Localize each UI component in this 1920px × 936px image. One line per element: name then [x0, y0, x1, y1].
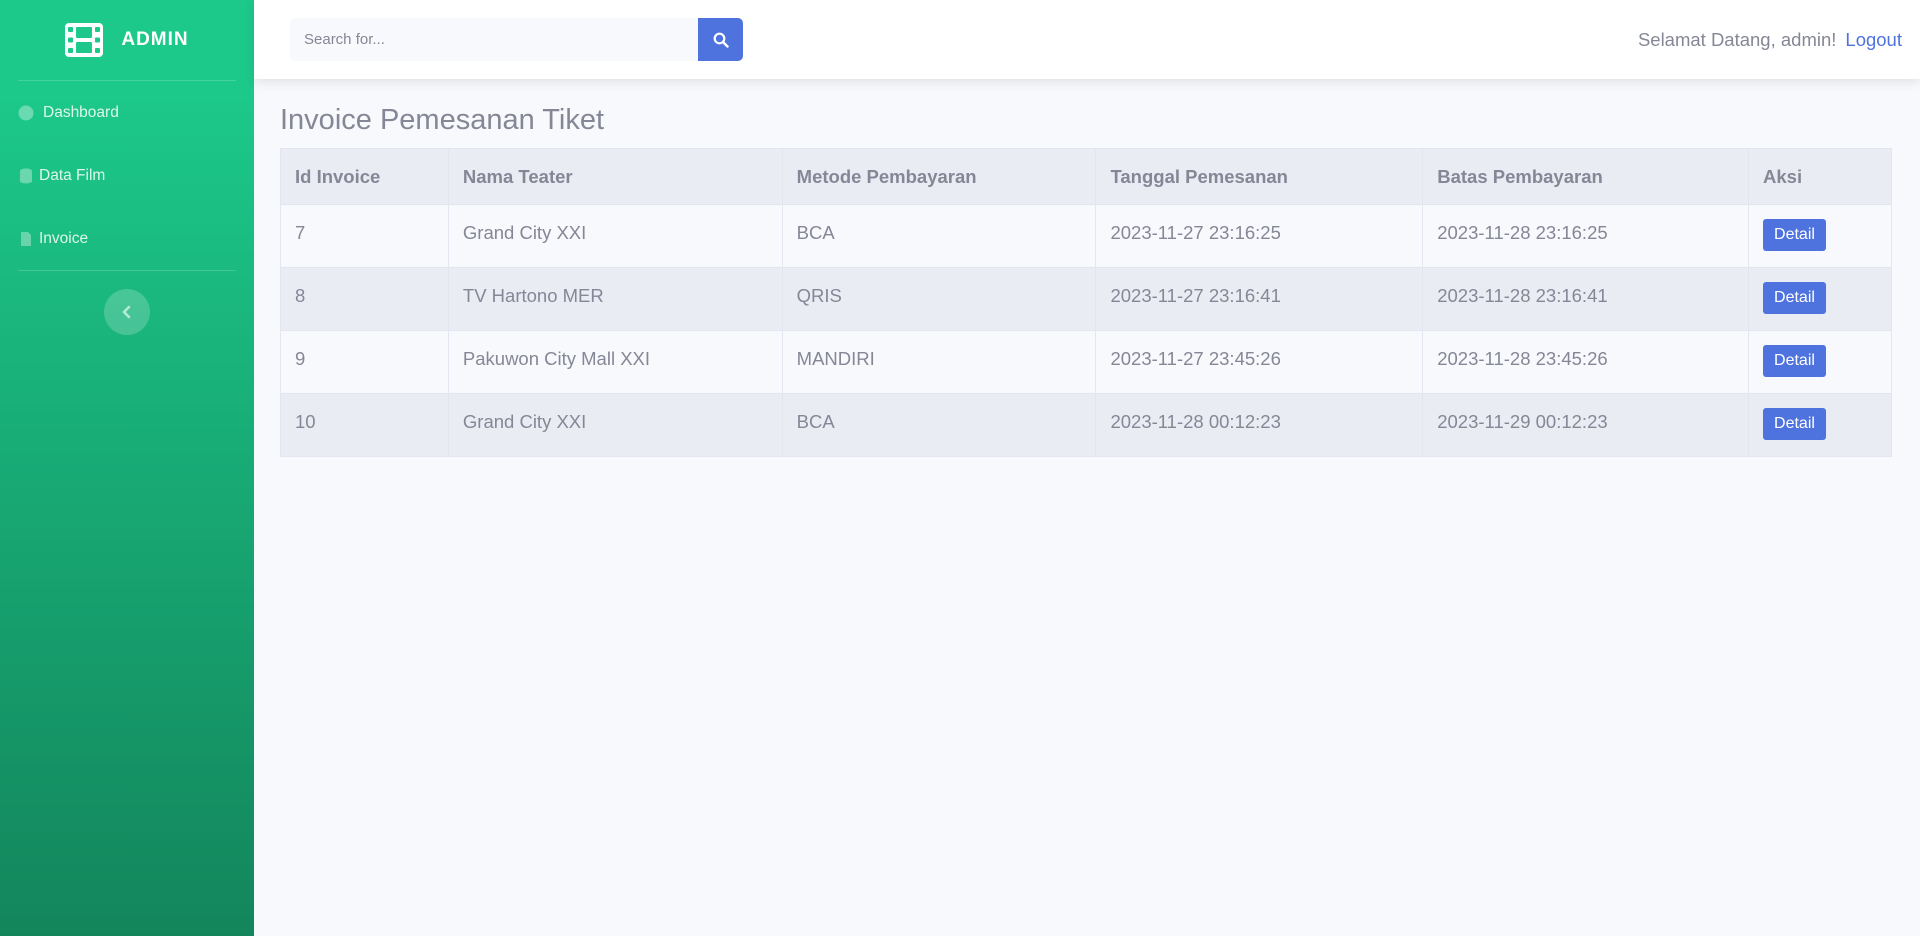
- table-row: 10 Grand City XXI BCA 2023-11-28 00:12:2…: [280, 393, 1892, 457]
- topbar: Selamat Datang, admin! Logout: [254, 0, 1920, 79]
- column-header: Nama Teater: [447, 148, 783, 205]
- cell-tanggal: 2023-11-27 23:16:41: [1095, 267, 1424, 331]
- file-icon: [21, 231, 31, 246]
- detail-button[interactable]: Detail: [1763, 282, 1826, 314]
- cell-teater: Pakuwon City Mall XXI: [447, 330, 783, 394]
- cell-tanggal: 2023-11-27 23:16:25: [1095, 204, 1424, 268]
- table-row: 9 Pakuwon City Mall XXI MANDIRI 2023-11-…: [280, 330, 1892, 394]
- cell-aksi: Detail: [1748, 204, 1892, 268]
- sidebar-item-label: Invoice: [39, 229, 89, 247]
- search-button[interactable]: [698, 18, 743, 61]
- table-header-row: Id Invoice Nama Teater Metode Pembayaran…: [280, 148, 1892, 205]
- detail-button[interactable]: Detail: [1763, 408, 1826, 440]
- cell-batas: 2023-11-28 23:16:41: [1422, 267, 1750, 331]
- column-header: Metode Pembayaran: [781, 148, 1097, 205]
- brand-name: ADMIN: [121, 29, 189, 50]
- sidebar-item-dashboard[interactable]: Dashboard: [0, 81, 254, 144]
- chevron-left-icon: [122, 305, 131, 319]
- cell-teater: Grand City XXI: [447, 204, 783, 268]
- cell-id: 9: [280, 330, 449, 394]
- cell-metode: QRIS: [781, 267, 1097, 331]
- cell-id: 8: [280, 267, 449, 331]
- cell-metode: BCA: [781, 204, 1097, 268]
- detail-button[interactable]: Detail: [1763, 345, 1826, 377]
- cell-batas: 2023-11-28 23:16:25: [1422, 204, 1750, 268]
- column-header: Tanggal Pemesanan: [1095, 148, 1424, 205]
- logout-link[interactable]: Logout: [1845, 29, 1902, 51]
- main-content: Invoice Pemesanan Tiket Id Invoice Nama …: [280, 104, 1892, 457]
- film-icon: [65, 23, 104, 57]
- search-input[interactable]: [290, 18, 698, 61]
- sidebar-item-label: Dashboard: [43, 103, 119, 121]
- cell-aksi: Detail: [1748, 267, 1892, 331]
- welcome-text: Selamat Datang, admin!: [1637, 28, 1837, 50]
- cell-teater: Grand City XXI: [447, 393, 783, 457]
- cell-metode: MANDIRI: [781, 330, 1097, 394]
- column-header: Id Invoice: [280, 148, 449, 205]
- invoice-table: Id Invoice Nama Teater Metode Pembayaran…: [280, 148, 1892, 457]
- sidebar-toggle-button[interactable]: [104, 289, 150, 335]
- database-icon: [20, 168, 32, 183]
- user-area: Selamat Datang, admin! Logout: [1638, 0, 1902, 79]
- detail-button[interactable]: Detail: [1763, 219, 1826, 251]
- sidebar: ADMIN Dashboard Data Film Invoice: [0, 0, 254, 936]
- cell-aksi: Detail: [1748, 393, 1892, 457]
- sidebar-divider: [18, 270, 236, 271]
- column-header: Batas Pembayaran: [1422, 148, 1750, 205]
- sidebar-item-invoice[interactable]: Invoice: [0, 207, 254, 270]
- cell-metode: BCA: [781, 393, 1097, 457]
- cell-id: 10: [280, 393, 449, 457]
- page-title: Invoice Pemesanan Tiket: [280, 104, 605, 136]
- cell-batas: 2023-11-28 23:45:26: [1422, 330, 1750, 394]
- cell-id: 7: [280, 204, 449, 268]
- table-row: 7 Grand City XXI BCA 2023-11-27 23:16:25…: [280, 204, 1892, 268]
- sidebar-item-label: Data Film: [39, 166, 106, 184]
- sidebar-brand[interactable]: ADMIN: [0, 0, 254, 80]
- cell-tanggal: 2023-11-28 00:12:23: [1095, 393, 1424, 457]
- search-icon: [713, 32, 729, 48]
- search-bar: [290, 18, 743, 61]
- dashboard-icon: [18, 105, 34, 120]
- cell-batas: 2023-11-29 00:12:23: [1422, 393, 1750, 457]
- cell-teater: TV Hartono MER: [447, 267, 783, 331]
- sidebar-item-data-film[interactable]: Data Film: [0, 144, 254, 207]
- column-header: Aksi: [1748, 148, 1892, 205]
- table-row: 8 TV Hartono MER QRIS 2023-11-27 23:16:4…: [280, 267, 1892, 331]
- cell-tanggal: 2023-11-27 23:45:26: [1095, 330, 1424, 394]
- cell-aksi: Detail: [1748, 330, 1892, 394]
